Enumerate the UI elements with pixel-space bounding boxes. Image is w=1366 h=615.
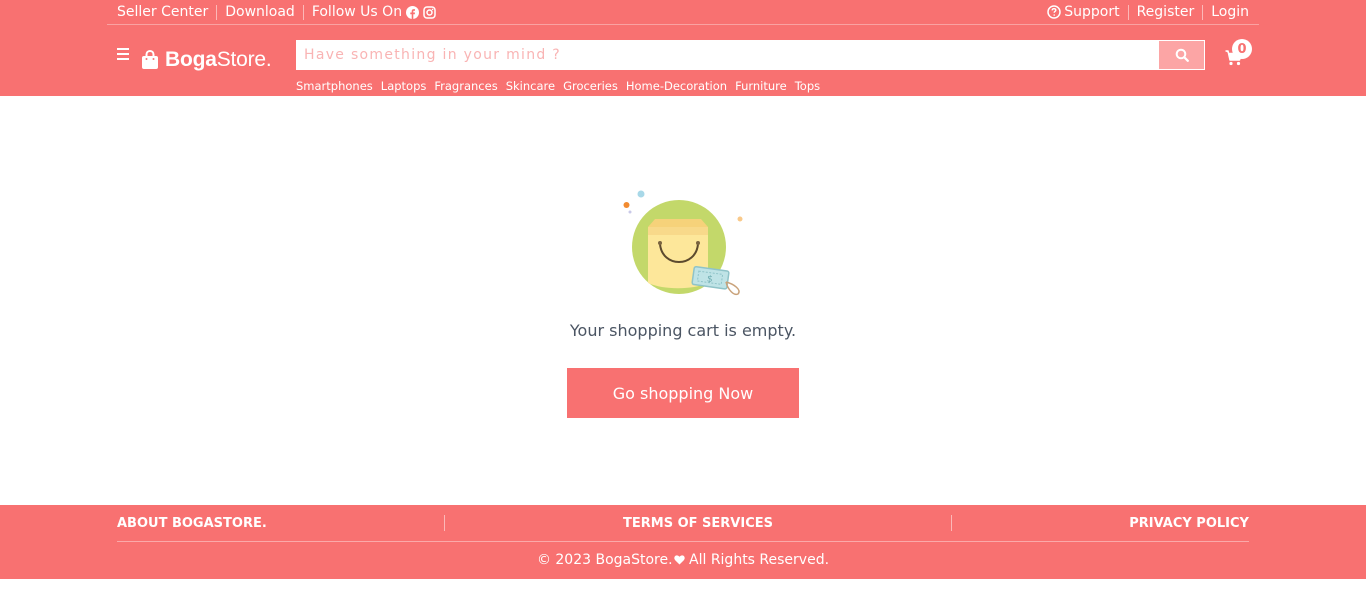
go-shopping-button[interactable]: Go shopping Now (567, 368, 799, 418)
search-icon (1175, 48, 1189, 62)
category-link[interactable]: Tops (795, 79, 820, 93)
category-link[interactable]: Groceries (563, 79, 618, 93)
seller-center-link[interactable]: Seller Center (117, 4, 208, 20)
header: Seller Center Download Follow Us On Supp… (0, 0, 1366, 96)
empty-cart-message: Your shopping cart is empty. (569, 321, 797, 340)
support-label: Support (1064, 4, 1120, 20)
facebook-icon[interactable] (406, 5, 420, 19)
register-link[interactable]: Register (1137, 4, 1195, 20)
divider (950, 515, 952, 531)
copyright: © 2023 BogaStore. All Rights Reserved. (0, 552, 1366, 568)
category-nav: Smartphones Laptops Fragrances Skincare … (296, 79, 828, 93)
category-link[interactable]: Skincare (506, 79, 555, 93)
about-link[interactable]: ABOUT BOGASTORE. (117, 516, 267, 531)
logo[interactable]: BogaStore. (141, 48, 272, 72)
divider (1202, 4, 1204, 20)
logo-text: BogaStore. (165, 48, 272, 71)
footer: ABOUT BOGASTORE. TERMS OF SERVICES PRIVA… (0, 505, 1366, 579)
top-bar: Seller Center Download Follow Us On Supp… (107, 0, 1259, 25)
top-bar-right: Support Register Login (1047, 4, 1249, 20)
privacy-link[interactable]: PRIVACY POLICY (1129, 516, 1249, 531)
search-bar (296, 40, 1205, 70)
main-nav: BogaStore. 0 (117, 39, 1257, 72)
search-button[interactable] (1159, 41, 1204, 69)
top-bar-left: Seller Center Download Follow Us On (117, 4, 436, 20)
empty-cart-illustration: $ (623, 190, 743, 296)
divider (1127, 4, 1129, 20)
search-input[interactable] (296, 40, 1159, 70)
download-link[interactable]: Download (225, 4, 295, 20)
divider (444, 515, 446, 531)
category-link[interactable]: Laptops (381, 79, 427, 93)
footer-links: ABOUT BOGASTORE. TERMS OF SERVICES PRIVA… (117, 505, 1249, 542)
cart-count-badge: 0 (1232, 39, 1252, 59)
empty-cart-section: $ Your shopping cart is empty. Go shoppi… (0, 96, 1366, 505)
copyright-suffix: All Rights Reserved. (684, 552, 830, 568)
shopping-bag-icon (142, 50, 158, 69)
terms-link[interactable]: TERMS OF SERVICES (623, 516, 773, 531)
divider (302, 4, 304, 20)
heart-icon (673, 555, 685, 565)
copyright-prefix: © 2023 BogaStore. (536, 552, 673, 568)
category-link[interactable]: Smartphones (296, 79, 373, 93)
help-circle-icon (1047, 5, 1061, 19)
category-link[interactable]: Furniture (735, 79, 787, 93)
menu-icon[interactable] (117, 48, 129, 62)
follow-us-label: Follow Us On (311, 4, 403, 20)
login-link[interactable]: Login (1211, 4, 1249, 20)
category-link[interactable]: Home-Decoration (626, 79, 727, 93)
divider (216, 4, 218, 20)
category-link[interactable]: Fragrances (434, 79, 497, 93)
instagram-icon[interactable] (423, 5, 436, 19)
support-link[interactable]: Support (1047, 4, 1120, 20)
